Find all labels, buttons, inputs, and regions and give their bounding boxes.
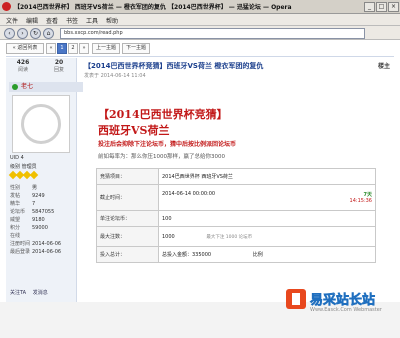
prev-topic-button[interactable]: 上一主题 [92, 43, 120, 54]
menubar: 文件 编辑 查看 书签 工具 帮助 [0, 14, 400, 26]
table-row: 单注论坛币： 100 [96, 210, 376, 227]
deadline-value: 2014-06-14 00:00:00 [162, 191, 216, 197]
opera-logo-icon[interactable] [2, 2, 11, 11]
avatar-placeholder-icon [21, 104, 61, 144]
post-title: 【2014巴西世界杯竞猜】西班牙VS荷兰 橙衣军团的复仇 [84, 62, 264, 70]
time-left: 14:15:36 [349, 198, 372, 204]
divider [6, 56, 394, 57]
bet-table: 竞猜项目： 2014巴西世界杯 西班牙VS荷兰 截止时间： 2014-06-14… [96, 168, 376, 263]
table-row: 最大注数： 1000 最大下注 1000 论坛币 [96, 226, 376, 247]
watermark-brand: 易采站长站 [310, 293, 376, 309]
headline-rules: 投注后会抑除下注论坛币，猜中后按比例派回论坛币 [98, 141, 237, 148]
user-field: 威望 9180 [10, 217, 45, 223]
floor-label: 楼主 [377, 63, 390, 70]
window-title: 【2014巴西世界杯】 西班牙VS荷兰 — 橙衣军团的复仇 【2014巴西世界杯… [14, 4, 292, 11]
menu-tools[interactable]: 工具 [86, 16, 98, 25]
address-input[interactable]: bbs.xxcp.com/read.php [60, 28, 365, 39]
user-sidebar: 426 阅读 20 回复 老七 UID 4 级别 管理员 性别男 发帖 9249 … [6, 58, 83, 302]
prev-page-button[interactable]: « [46, 43, 56, 54]
table-row: 投入总计： 总投入金额：335000 比例 [96, 246, 376, 263]
headline-note: 前如每率为：那么你压1000那样，赢了总给你3000 [98, 154, 225, 160]
close-button[interactable]: × [388, 2, 399, 12]
user-field: 积分 59000 [10, 225, 48, 231]
page-1-button[interactable]: 1 [57, 43, 67, 54]
avatar[interactable] [12, 95, 70, 153]
username-link[interactable]: 老七 [9, 82, 83, 92]
back-icon[interactable]: ‹ [4, 28, 15, 39]
post-meta: 发表于 2014-06-14 11:04 [84, 73, 146, 79]
views-stat: 426 阅读 [16, 59, 30, 73]
rank-gems-icon [8, 170, 39, 180]
page-2-button[interactable]: 2 [68, 43, 78, 54]
user-field: 最后登录 2014-06-06 [10, 249, 62, 255]
next-page-button[interactable]: » [79, 43, 89, 54]
minimize-button[interactable]: _ [364, 2, 375, 12]
back-to-list-button[interactable]: « 返回列表 [6, 43, 44, 54]
max-bet-note: 最大下注 1000 论坛币 [206, 234, 253, 240]
watermark-url: Www.Easck.Com Webmaster [310, 307, 382, 313]
headline-event: 【2014巴西世界杯竞猜】 [98, 108, 228, 121]
reload-icon[interactable]: ↻ [30, 28, 41, 39]
post-body: 【2014巴西世界杯竞猜】西班牙VS荷兰 橙衣军团的复仇 楼主 发表于 2014… [80, 58, 394, 302]
next-topic-button[interactable]: 下一主题 [122, 43, 150, 54]
follow-link[interactable]: 关注TA [10, 290, 26, 296]
user-field: 注册时间 2014-06-06 [10, 241, 62, 247]
user-field: 性别男 [10, 185, 38, 191]
easck-logo-icon [286, 289, 306, 309]
message-link[interactable]: 发消息 [33, 290, 48, 296]
table-row: 竞猜项目： 2014巴西世界杯 西班牙VS荷兰 [96, 168, 376, 185]
address-toolbar: ‹ › ↻ ⌂ bbs.xxcp.com/read.php [0, 26, 400, 40]
menu-file[interactable]: 文件 [6, 16, 18, 25]
user-group: 级别 管理员 [10, 164, 37, 170]
replies-stat: 20 回复 [53, 59, 64, 73]
page-content: « 返回列表 « 1 2 » 上一主题 下一主题 426 阅读 20 回复 老七… [0, 40, 400, 313]
user-field: 精华 7 [10, 201, 36, 207]
menu-view[interactable]: 查看 [46, 16, 58, 25]
maximize-button[interactable]: □ [376, 2, 387, 12]
menu-edit[interactable]: 编辑 [26, 16, 38, 25]
menu-bookmarks[interactable]: 书签 [66, 16, 78, 25]
table-row: 截止时间： 2014-06-14 00:00:00 7天 14:15:36 [96, 184, 376, 211]
user-field: 发帖 9249 [10, 193, 45, 199]
online-status-icon [12, 84, 18, 90]
home-icon[interactable]: ⌂ [43, 28, 54, 39]
window-titlebar: 【2014巴西世界杯】 西班牙VS荷兰 — 橙衣军团的复仇 【2014巴西世界杯… [0, 0, 400, 14]
forward-icon[interactable]: › [17, 28, 28, 39]
menu-help[interactable]: 帮助 [106, 16, 118, 25]
user-field: 在线 [10, 233, 21, 239]
user-field: 论坛币 5847055 [10, 209, 55, 215]
headline-match: 西班牙VS荷兰 [98, 124, 170, 137]
watermark: 易采站长站 Www.Easck.Com Webmaster [286, 286, 398, 338]
user-uid: UID 4 [10, 155, 24, 161]
user-actions: 关注TA 发消息 [10, 289, 53, 296]
